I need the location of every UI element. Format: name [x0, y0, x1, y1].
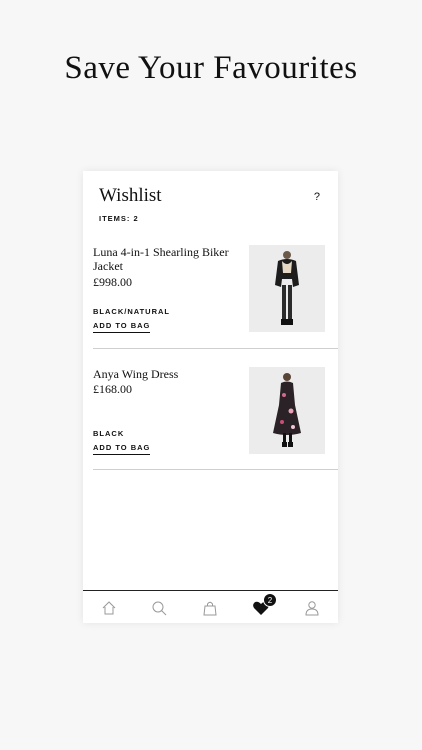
- tab-search[interactable]: [149, 598, 169, 618]
- tab-account[interactable]: [302, 598, 322, 618]
- product-price: £998.00: [93, 275, 132, 289]
- product-name[interactable]: Anya Wing Dress: [93, 367, 243, 381]
- account-icon: [305, 601, 319, 616]
- add-to-bag-button[interactable]: ADD TO BAG: [93, 321, 151, 333]
- page-title: Wishlist: [99, 185, 162, 206]
- tab-bar: 2: [83, 590, 338, 623]
- headline: Save Your Favourites: [64, 50, 358, 86]
- bag-icon: [203, 601, 217, 616]
- phone-screen: Wishlist ? ITEMS: 2 Luna 4-in-1 Shearlin…: [83, 171, 338, 623]
- product-color: BLACK: [93, 429, 125, 438]
- tab-home[interactable]: [99, 598, 119, 618]
- items-count: ITEMS: 2: [99, 214, 139, 223]
- wishlist-badge: 2: [263, 593, 277, 607]
- product-price: £168.00: [93, 382, 132, 396]
- tab-wishlist[interactable]: 2: [251, 593, 277, 618]
- product-color: BLACK/NATURAL: [93, 307, 171, 316]
- add-to-bag-button[interactable]: ADD TO BAG: [93, 443, 151, 455]
- help-button[interactable]: ?: [314, 191, 320, 203]
- search-icon: [152, 601, 167, 616]
- product-image[interactable]: [249, 245, 325, 332]
- divider: [93, 348, 338, 349]
- tab-bag[interactable]: [200, 598, 220, 618]
- product-name[interactable]: Luna 4-in-1 Shearling Biker Jacket: [93, 245, 243, 273]
- product-image[interactable]: [249, 367, 325, 454]
- divider: [93, 469, 338, 470]
- home-icon: [102, 601, 116, 615]
